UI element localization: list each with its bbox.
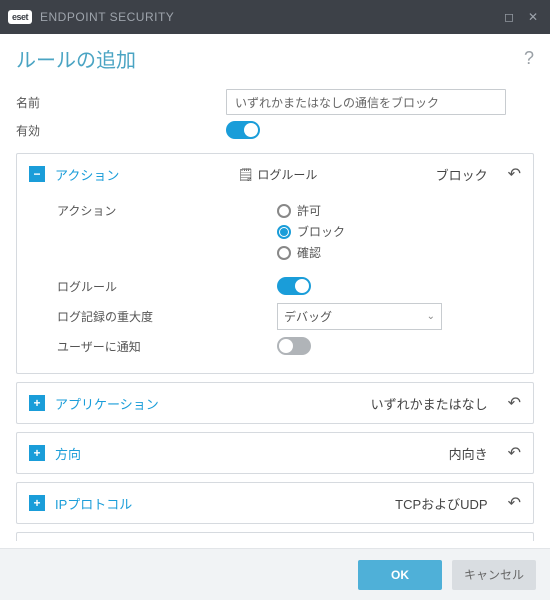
- rule-name-input[interactable]: [226, 89, 506, 115]
- panel-direction-header[interactable]: + 方向 内向き ↶: [17, 433, 533, 473]
- panel-direction: + 方向 内向き ↶: [16, 432, 534, 474]
- panel-application: + アプリケーション いずれかまたはなし ↶: [16, 382, 534, 424]
- panel-direction-title: 方向: [55, 444, 81, 463]
- brand-logo: eset: [8, 10, 32, 24]
- cancel-button[interactable]: キャンセル: [452, 560, 536, 590]
- panel-protocol: + IPプロトコル TCPおよびUDP ↶: [16, 482, 534, 524]
- radio-block[interactable]: ブロック: [277, 223, 345, 240]
- reset-icon[interactable]: ↶: [508, 393, 521, 413]
- panel-action-value: ブロック: [436, 165, 488, 184]
- panel-action-header[interactable]: − アクション 🗒 ログルール ブロック ↶: [17, 154, 533, 194]
- enabled-label: 有効: [16, 122, 126, 139]
- panel-protocol-value: TCPおよびUDP: [395, 494, 487, 513]
- window-close-icon[interactable]: ✕: [528, 10, 538, 24]
- panel-application-title: アプリケーション: [55, 394, 159, 413]
- severity-field-label: ログ記録の重大度: [57, 308, 277, 325]
- radio-allow-label: 許可: [297, 202, 321, 219]
- collapse-icon[interactable]: −: [29, 166, 45, 182]
- name-label: 名前: [16, 94, 126, 111]
- chevron-down-icon: ⌄: [427, 311, 435, 322]
- logrule-toggle[interactable]: [277, 277, 311, 295]
- panel-action: − アクション 🗒 ログルール ブロック ↶ アクション 許可 ブロック 確認 …: [16, 153, 534, 374]
- expand-icon[interactable]: +: [29, 445, 45, 461]
- notify-toggle[interactable]: [277, 337, 311, 355]
- panel-action-title: アクション: [55, 165, 119, 184]
- radio-confirm[interactable]: 確認: [277, 244, 345, 261]
- footer: OK キャンセル: [0, 548, 550, 600]
- page-header: ルールの追加 ?: [0, 34, 550, 79]
- help-icon[interactable]: ?: [524, 48, 534, 69]
- radio-allow[interactable]: 許可: [277, 202, 345, 219]
- panel-localhost-header[interactable]: + ローカルホスト すべて ↶: [17, 533, 533, 541]
- panel-action-logrule-head: ログルール: [257, 168, 317, 182]
- page-title: ルールの追加: [16, 44, 136, 73]
- radio-confirm-label: 確認: [297, 244, 321, 261]
- title-bar: eset ENDPOINT SECURITY ◻ ✕: [0, 0, 550, 34]
- severity-value: デバッグ: [284, 308, 332, 325]
- panel-application-header[interactable]: + アプリケーション いずれかまたはなし ↶: [17, 383, 533, 423]
- expand-icon[interactable]: +: [29, 395, 45, 411]
- panel-localhost: + ローカルホスト すべて ↶: [16, 532, 534, 541]
- panel-application-value: いずれかまたはなし: [371, 394, 488, 413]
- product-title: ENDPOINT SECURITY: [40, 10, 174, 24]
- severity-select[interactable]: デバッグ ⌄: [277, 303, 442, 330]
- reset-icon[interactable]: ↶: [508, 164, 521, 184]
- notify-field-label: ユーザーに通知: [57, 338, 277, 355]
- window-maximize-icon[interactable]: ◻: [504, 10, 514, 24]
- panel-protocol-title: IPプロトコル: [55, 494, 132, 513]
- logrule-field-label: ログルール: [57, 278, 277, 295]
- enabled-toggle[interactable]: [226, 121, 260, 139]
- panel-direction-value: 内向き: [449, 444, 488, 463]
- log-icon: 🗒: [238, 167, 255, 182]
- reset-icon[interactable]: ↶: [508, 443, 521, 463]
- reset-icon[interactable]: ↶: [508, 493, 521, 513]
- expand-icon[interactable]: +: [29, 495, 45, 511]
- radio-block-label: ブロック: [297, 223, 345, 240]
- ok-button[interactable]: OK: [358, 560, 442, 590]
- action-field-label: アクション: [57, 202, 277, 219]
- panel-protocol-header[interactable]: + IPプロトコル TCPおよびUDP ↶: [17, 483, 533, 523]
